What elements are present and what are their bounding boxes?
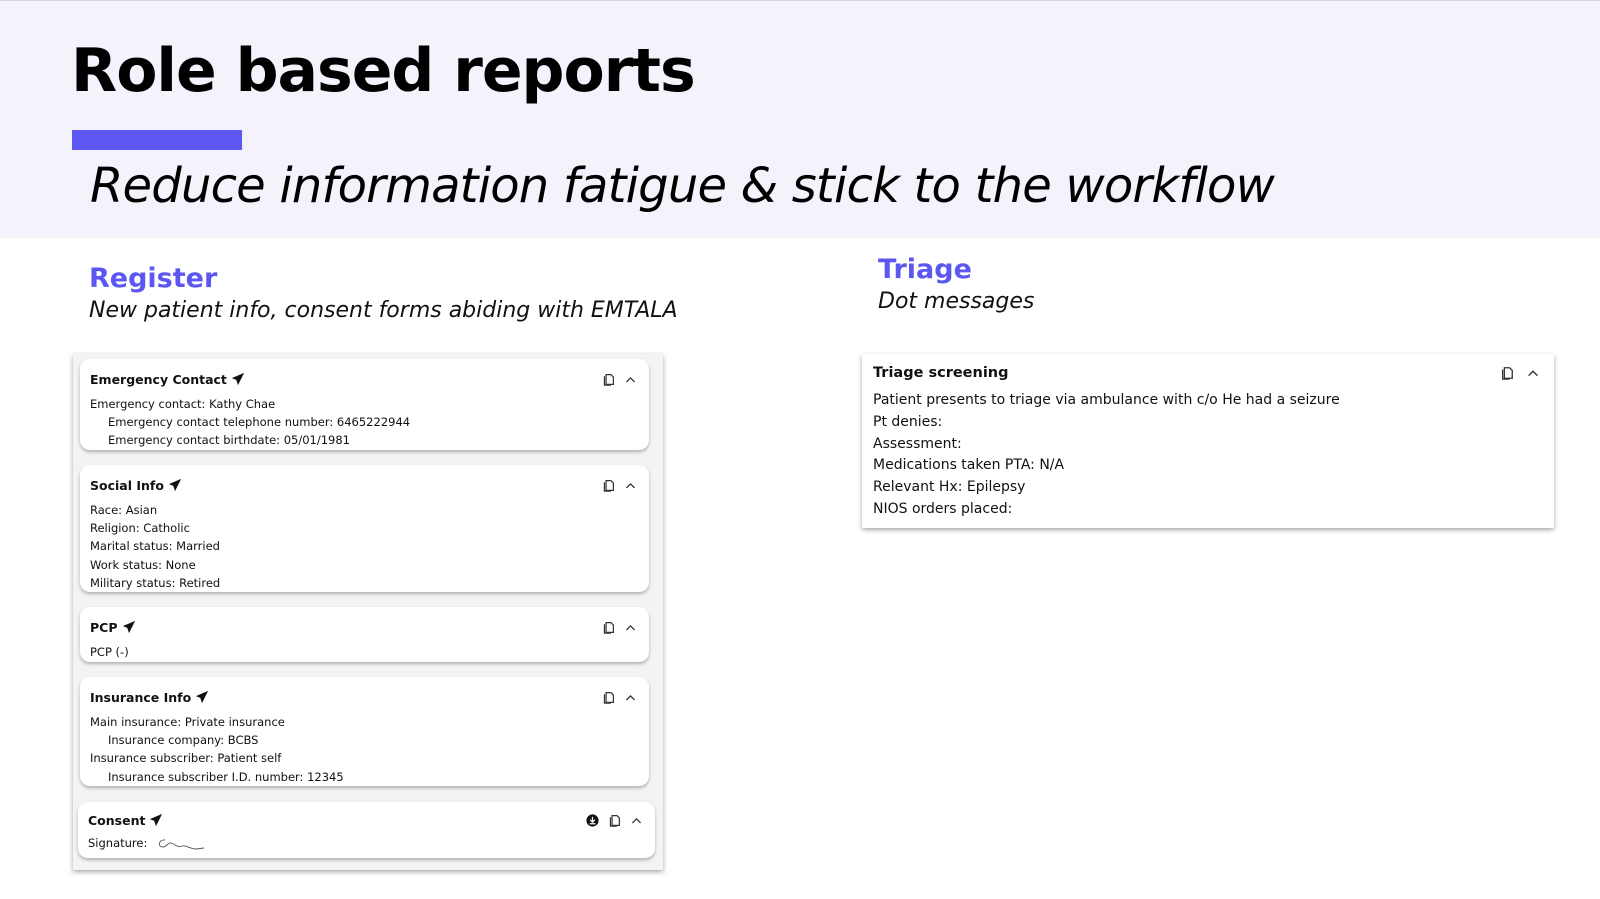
- register-report-panel: Emergency Contact Emergency contact: Kat…: [73, 354, 663, 870]
- download-icon[interactable]: [586, 813, 599, 827]
- paper-plane-icon[interactable]: [149, 813, 163, 827]
- chevron-up-icon[interactable]: [630, 814, 643, 827]
- card-header: PCP: [90, 617, 637, 637]
- work-status-value: Work status: None: [90, 557, 196, 572]
- card-title: Insurance Info: [90, 689, 192, 705]
- paper-plane-icon[interactable]: [195, 690, 209, 704]
- main-insurance-value: Main insurance: Private insurance: [90, 715, 285, 729]
- card-body: Patient presents to triage via ambulance…: [873, 390, 1544, 521]
- triage-medications: Medications taken PTA: N/A: [873, 457, 1065, 474]
- triage-relevant-hx: Relevant Hx: Epilepsy: [873, 479, 1026, 496]
- signature-label: Signature:: [88, 836, 148, 850]
- emergency-contact-card: Emergency Contact Emergency contact: Kat…: [80, 359, 649, 450]
- insurance-subscriber-value: Insurance subscriber: Patient self: [90, 751, 282, 766]
- pcp-card: PCP PCP (-): [80, 607, 649, 662]
- signature-mark: [159, 839, 205, 850]
- register-subtitle: New patient info, consent forms abiding …: [89, 298, 678, 323]
- card-header: Insurance Info: [90, 687, 637, 707]
- pcp-value: PCP (-): [90, 645, 129, 659]
- card-header: Triage screening: [873, 362, 1540, 384]
- card-body: PCP (-): [90, 643, 639, 661]
- card-title: Consent: [88, 812, 146, 828]
- card-title: Emergency Contact: [90, 371, 227, 387]
- race-value: Race: Asian: [90, 503, 158, 517]
- page-title: Role based reports: [71, 36, 696, 106]
- triage-screening-card: Triage screening Patient presents to tri…: [862, 354, 1554, 528]
- religion-value: Religion: Catholic: [90, 521, 190, 536]
- insurance-info-card: Insurance Info Main insurance: Private i…: [80, 677, 649, 786]
- copy-icon[interactable]: [602, 691, 615, 704]
- card-header: Social Info: [90, 475, 637, 495]
- marital-status-value: Marital status: Married: [90, 539, 220, 554]
- card-header: Consent: [88, 810, 643, 830]
- triage-presentation: Patient presents to triage via ambulance…: [873, 392, 1340, 408]
- social-info-card: Social Info Race: Asian Religion: Cathol…: [80, 465, 649, 592]
- paper-plane-icon[interactable]: [168, 478, 182, 492]
- copy-icon[interactable]: [1500, 366, 1514, 380]
- page-subtitle: Reduce information fatigue & stick to th…: [90, 158, 1275, 214]
- triage-title: Triage: [878, 254, 972, 285]
- card-title: Social Info: [90, 477, 164, 493]
- chevron-up-icon[interactable]: [624, 479, 637, 492]
- chevron-up-icon[interactable]: [624, 621, 637, 634]
- card-title: Triage screening: [873, 365, 1009, 381]
- signature-row: Signature:: [88, 834, 645, 852]
- paper-plane-icon[interactable]: [231, 372, 245, 386]
- chevron-up-icon[interactable]: [624, 691, 637, 704]
- copy-icon[interactable]: [608, 814, 621, 827]
- copy-icon[interactable]: [602, 479, 615, 492]
- chevron-up-icon[interactable]: [1526, 366, 1540, 380]
- consent-card: Consent Signature:: [78, 802, 655, 858]
- card-body: Signature:: [88, 834, 645, 852]
- triage-nios-orders: NIOS orders placed:: [873, 500, 1013, 517]
- emergency-contact-birthdate: Emergency contact birthdate: 05/01/1981: [108, 433, 350, 448]
- title-accent-bar: [72, 130, 242, 150]
- triage-subtitle: Dot messages: [878, 289, 1035, 314]
- triage-pt-denies: Pt denies:: [873, 413, 943, 430]
- register-title: Register: [89, 263, 218, 294]
- card-body: Race: Asian Religion: Catholic Marital s…: [90, 501, 639, 592]
- copy-icon[interactable]: [602, 621, 615, 634]
- triage-assessment: Assessment:: [873, 435, 962, 452]
- card-body: Emergency contact: Kathy Chae Emergency …: [90, 395, 639, 450]
- card-title: PCP: [90, 619, 118, 635]
- insurance-subscriber-id-value: Insurance subscriber I.D. number: 12345: [108, 769, 344, 784]
- insurance-company-value: Insurance company: BCBS: [108, 733, 259, 748]
- emergency-contact-name: Emergency contact: Kathy Chae: [90, 397, 276, 411]
- copy-icon[interactable]: [602, 373, 615, 386]
- emergency-contact-phone: Emergency contact telephone number: 6465…: [108, 415, 411, 430]
- chevron-up-icon[interactable]: [624, 373, 637, 386]
- paper-plane-icon[interactable]: [122, 620, 136, 634]
- military-status-value: Military status: Retired: [90, 575, 221, 590]
- card-body: Main insurance: Private insurance Insura…: [90, 713, 639, 786]
- card-header: Emergency Contact: [90, 369, 637, 389]
